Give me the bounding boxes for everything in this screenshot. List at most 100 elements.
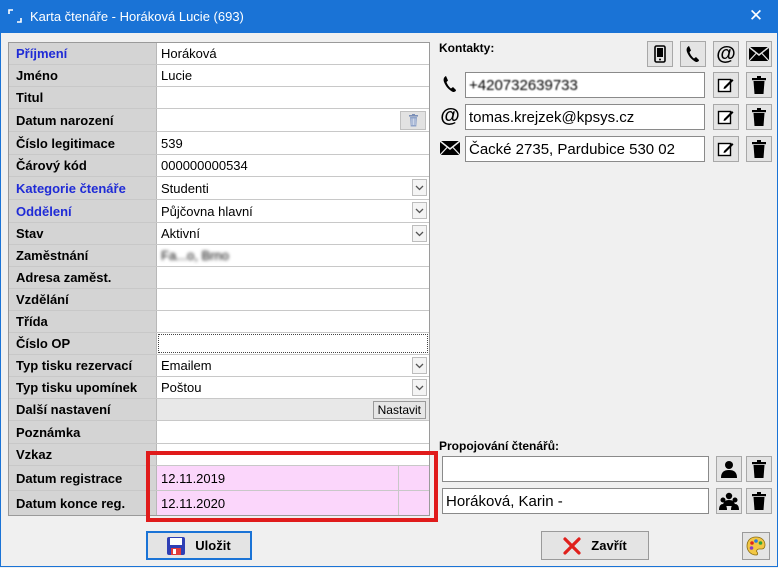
registration-end-date-value: 12.11.2020 bbox=[161, 495, 226, 511]
label-trida: Třída bbox=[9, 311, 157, 332]
color-scheme-button[interactable] bbox=[742, 532, 770, 560]
row-datum-narozeni: Datum narození bbox=[9, 109, 429, 132]
row-oddeleni: Oddělení Půjčovna hlavní bbox=[9, 200, 429, 223]
registration-date-field[interactable]: 12.11.2019 bbox=[157, 466, 429, 490]
delete-email-button[interactable] bbox=[746, 104, 772, 130]
label-titul: Titul bbox=[9, 87, 157, 108]
close-label: Zavřít bbox=[591, 538, 627, 553]
row-datum-konce-reg: Datum konce reg. 12.11.2020 bbox=[9, 491, 429, 515]
delete-address-button[interactable] bbox=[746, 136, 772, 162]
label-datum-narozeni: Datum narození bbox=[9, 109, 157, 131]
chevron-down-icon[interactable] bbox=[412, 202, 427, 219]
label-datum-registrace: Datum registrace bbox=[9, 466, 157, 490]
delete-link-2-button[interactable] bbox=[746, 488, 772, 514]
label-adresa-zamest: Adresa zaměst. bbox=[9, 267, 157, 288]
email-field[interactable]: tomas.krejzek@kpsys.cz bbox=[465, 104, 705, 130]
trash-icon bbox=[752, 460, 766, 478]
phone-icon bbox=[686, 46, 699, 62]
row-adresa-zamest: Adresa zaměst. bbox=[9, 267, 429, 289]
add-mobile-button[interactable] bbox=[647, 41, 673, 67]
row-jmeno: Jméno Lucie bbox=[9, 65, 429, 87]
status-select[interactable]: Aktivní bbox=[157, 223, 429, 244]
barcode-field[interactable]: 000000000534 bbox=[157, 155, 429, 176]
phone-field[interactable]: +420732639733 bbox=[465, 72, 705, 98]
id-number-field[interactable] bbox=[157, 333, 429, 354]
reader-form: Příjmení Horáková Jméno Lucie Titul Datu… bbox=[8, 42, 430, 516]
trash-icon bbox=[408, 114, 418, 127]
close-button[interactable]: Zavřít bbox=[541, 531, 649, 560]
chevron-down-icon[interactable] bbox=[412, 357, 427, 374]
chevron-down-icon[interactable] bbox=[412, 379, 427, 396]
edit-icon bbox=[717, 78, 734, 93]
clear-birth-date-button[interactable] bbox=[400, 111, 426, 130]
linking-label: Propojování čtenářů: bbox=[439, 439, 560, 453]
edit-phone-button[interactable] bbox=[713, 72, 739, 98]
row-zamestnani: Zaměstnání Fa...o, Brno bbox=[9, 245, 429, 267]
row-stav: Stav Aktivní bbox=[9, 223, 429, 245]
save-button[interactable]: Uložit bbox=[146, 531, 252, 560]
reservation-print-select[interactable]: Emailem bbox=[157, 355, 429, 376]
users-group-icon bbox=[719, 492, 739, 510]
label-carovy-kod: Čárový kód bbox=[9, 155, 157, 176]
palette-icon bbox=[746, 536, 766, 556]
class-field[interactable] bbox=[157, 311, 429, 332]
label-vzdelani: Vzdělání bbox=[9, 289, 157, 310]
nastavit-button[interactable]: Nastavit bbox=[372, 401, 426, 419]
trash-icon bbox=[752, 108, 766, 126]
link-reader-button[interactable] bbox=[716, 456, 742, 482]
at-icon: @ bbox=[440, 105, 460, 127]
department-select[interactable]: Půjčovna hlavní bbox=[157, 200, 429, 222]
cell-divider bbox=[398, 466, 399, 490]
row-vzdelani: Vzdělání bbox=[9, 289, 429, 311]
title-bar: Karta čtenáře - Horáková Lucie (693) ✕ bbox=[0, 0, 778, 33]
add-phone-button[interactable] bbox=[680, 41, 706, 67]
employer-address-field[interactable] bbox=[157, 267, 429, 288]
mobile-phone-icon bbox=[654, 45, 666, 63]
phone-icon bbox=[439, 73, 461, 95]
edit-email-button[interactable] bbox=[713, 104, 739, 130]
birth-date-field[interactable] bbox=[157, 109, 429, 131]
row-dalsi-nastaveni: Další nastavení Nastavit bbox=[9, 399, 429, 421]
add-email-button[interactable]: @ bbox=[713, 41, 739, 67]
linked-readers-button[interactable] bbox=[716, 488, 742, 514]
envelope-icon bbox=[749, 47, 769, 61]
employer-field[interactable]: Fa...o, Brno bbox=[157, 245, 429, 266]
delete-phone-button[interactable] bbox=[746, 72, 772, 98]
row-trida: Třída bbox=[9, 311, 429, 333]
label-jmeno: Jméno bbox=[9, 65, 157, 86]
reminder-print-select[interactable]: Poštou bbox=[157, 377, 429, 398]
label-datum-konce-reg: Datum konce reg. bbox=[9, 491, 157, 515]
registration-date-value: 12.11.2019 bbox=[161, 470, 226, 486]
label-cislo-legitimace: Číslo legitimace bbox=[9, 132, 157, 154]
status-value: Aktivní bbox=[161, 226, 201, 241]
note-field[interactable] bbox=[157, 421, 429, 443]
education-field[interactable] bbox=[157, 289, 429, 310]
other-settings-field: Nastavit bbox=[157, 399, 429, 420]
close-window-button[interactable]: ✕ bbox=[734, 0, 778, 33]
category-select[interactable]: Studenti bbox=[157, 177, 429, 199]
department-value: Půjčovna hlavní bbox=[161, 203, 253, 219]
surname-field[interactable]: Horáková bbox=[157, 43, 429, 64]
add-address-button[interactable] bbox=[746, 41, 772, 67]
title-field[interactable] bbox=[157, 87, 429, 108]
linking-field-2[interactable]: Horáková, Karin - bbox=[442, 488, 709, 514]
row-typ-tisku-rezervaci: Typ tisku rezervací Emailem bbox=[9, 355, 429, 377]
trash-icon bbox=[752, 76, 766, 94]
label-stav: Stav bbox=[9, 223, 157, 244]
edit-address-button[interactable] bbox=[713, 136, 739, 162]
registration-end-date-field[interactable]: 12.11.2020 bbox=[157, 491, 429, 515]
row-kategorie: Kategorie čtenáře Studenti bbox=[9, 177, 429, 200]
message-field[interactable] bbox=[157, 444, 429, 465]
row-typ-tisku-upominek: Typ tisku upomínek Poštou bbox=[9, 377, 429, 399]
phone-value: +420732639733 bbox=[469, 76, 578, 94]
label-vzkaz: Vzkaz bbox=[9, 444, 157, 465]
label-prijmeni: Příjmení bbox=[9, 43, 157, 64]
linking-field-1[interactable] bbox=[442, 456, 709, 482]
first-name-field[interactable]: Lucie bbox=[157, 65, 429, 86]
id-card-number-field[interactable]: 539 bbox=[157, 132, 429, 154]
edit-icon bbox=[717, 142, 734, 157]
chevron-down-icon[interactable] bbox=[412, 179, 427, 196]
delete-link-1-button[interactable] bbox=[746, 456, 772, 482]
address-field[interactable]: Čacké 2735, Pardubice 530 02 bbox=[465, 136, 705, 162]
chevron-down-icon[interactable] bbox=[412, 225, 427, 242]
